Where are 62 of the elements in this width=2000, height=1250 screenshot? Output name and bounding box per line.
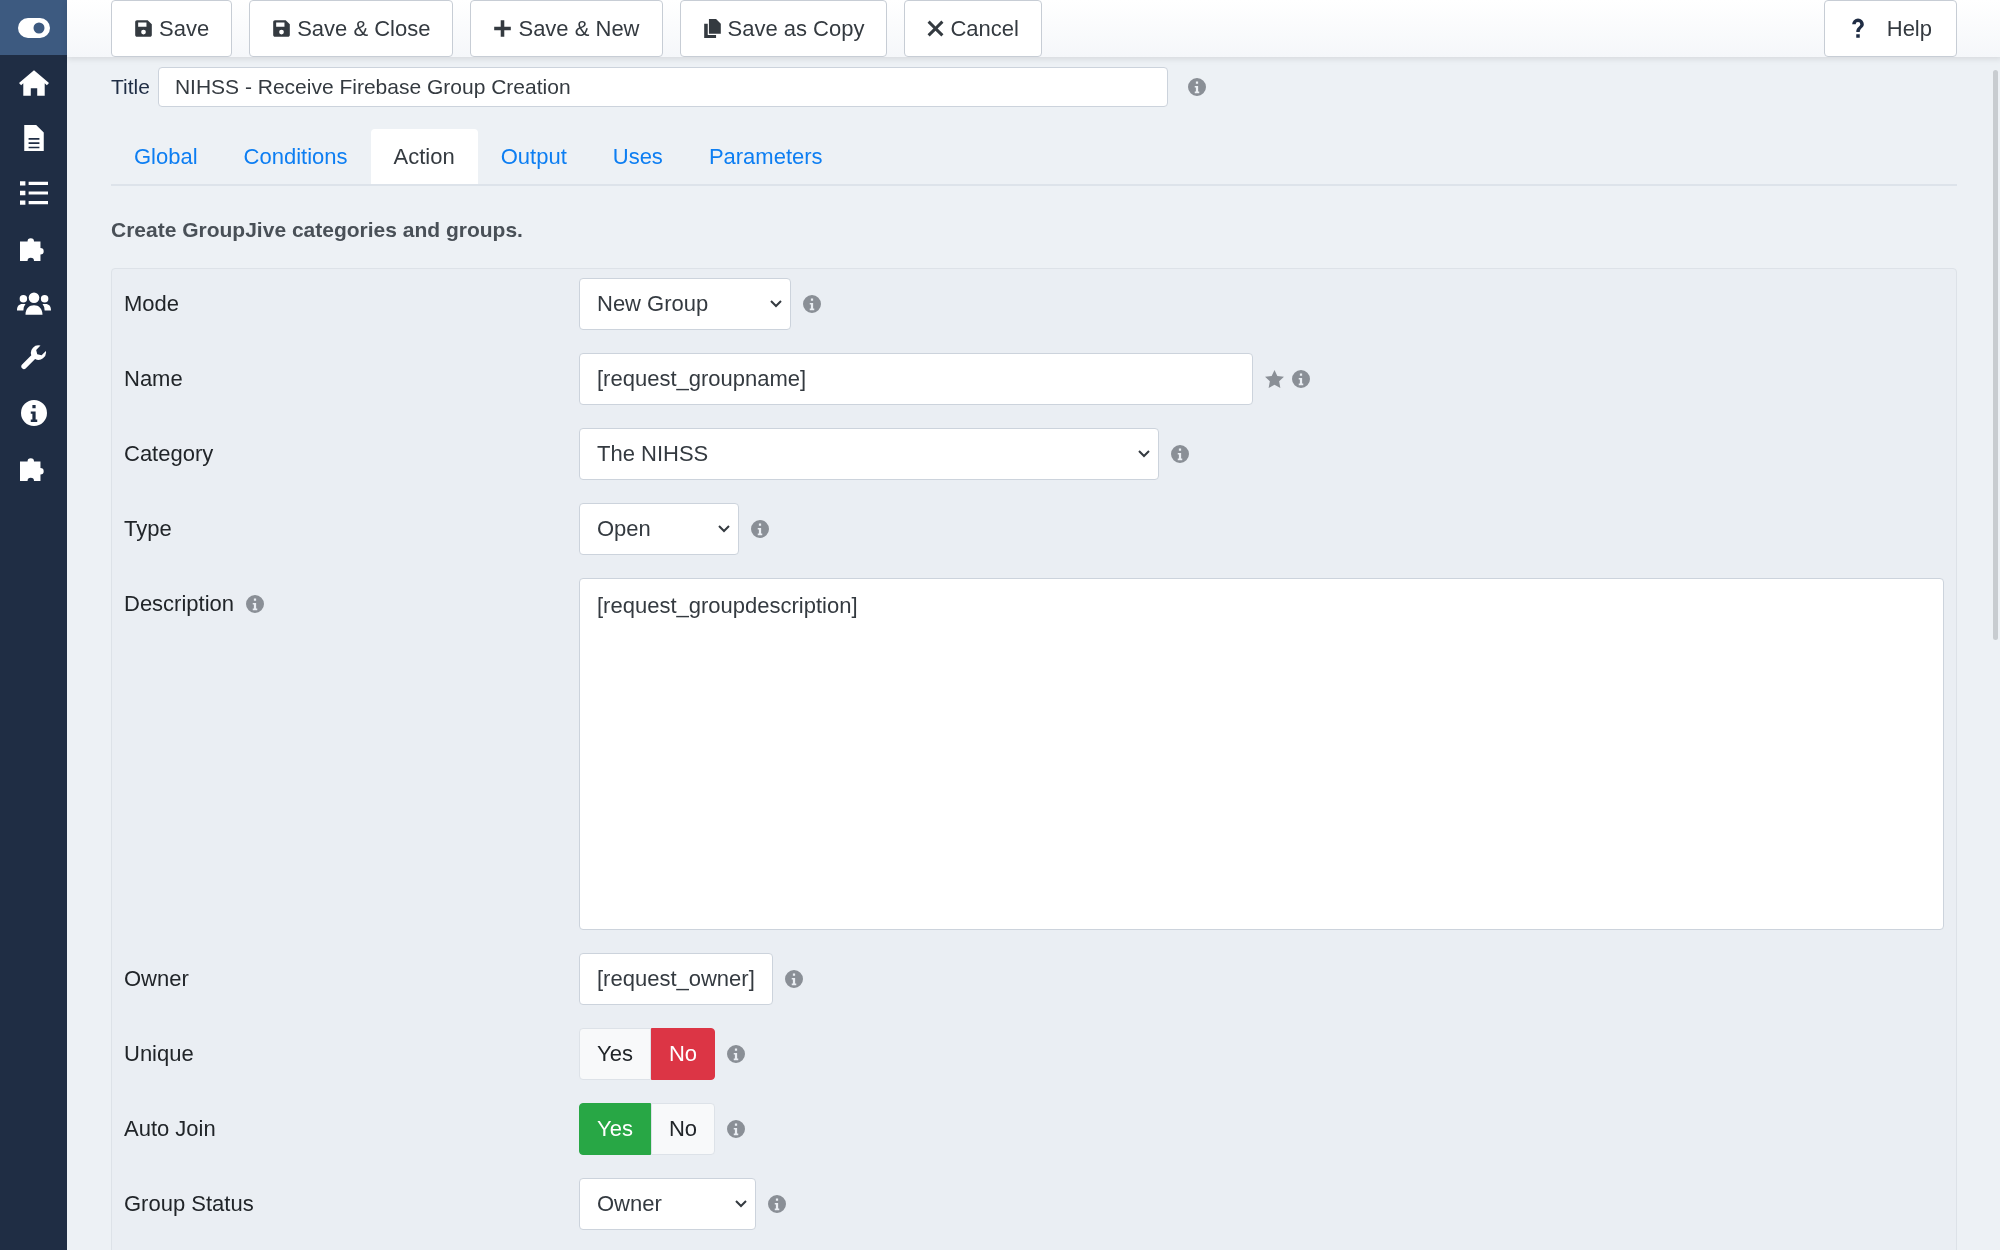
toolbar-button[interactable]: Save & Close	[249, 0, 454, 57]
info-icon	[727, 1120, 745, 1138]
scrollbar[interactable]	[1993, 70, 1998, 640]
dropdown[interactable]: Owner	[579, 1178, 756, 1230]
tab[interactable]: Global	[111, 129, 221, 184]
toolbar-button[interactable]: Save	[111, 0, 233, 57]
toggle-icon	[17, 17, 50, 38]
text-area[interactable]: [request_groupdescription]	[579, 578, 1944, 930]
tab[interactable]: Action	[370, 129, 478, 184]
info-icon	[20, 399, 47, 426]
info-icon	[727, 1045, 745, 1063]
list-icon	[19, 180, 48, 205]
field-label: Mode	[124, 291, 180, 317]
users-icon	[16, 290, 51, 315]
dropdown[interactable]: Open	[579, 503, 739, 555]
tab[interactable]: Uses	[589, 129, 686, 184]
field-label: Owner	[124, 966, 189, 992]
field-label: Unique	[124, 1041, 194, 1067]
field-label: Title	[111, 75, 150, 99]
save-icon	[134, 19, 153, 38]
copy-icon	[702, 19, 722, 38]
info-icon	[803, 295, 821, 313]
help-button[interactable]: Help	[1823, 0, 1957, 57]
chevron-icon	[1138, 450, 1150, 458]
info-icon	[768, 1195, 786, 1213]
info-icon	[751, 520, 769, 538]
toggle-option[interactable]: Yes	[579, 1028, 651, 1080]
section-description: Create GroupJive categories and groups.	[111, 218, 524, 242]
field-label: Group Status	[124, 1191, 254, 1217]
toggle-option[interactable]: No	[650, 1103, 715, 1155]
toolbar-button[interactable]: Save & New	[470, 0, 663, 57]
home-icon	[18, 69, 49, 96]
chevron-icon	[735, 1200, 747, 1208]
tab[interactable]: Output	[477, 129, 590, 184]
wrench-icon	[20, 344, 47, 371]
title-field[interactable]: NIHSS - Receive Firebase Group Creation	[157, 67, 1168, 107]
help-icon	[1850, 17, 1865, 40]
field-label: Description	[124, 591, 235, 617]
info-icon	[785, 970, 803, 988]
chevron-icon	[718, 525, 730, 533]
input-field[interactable]: [request_owner]	[579, 953, 773, 1005]
tab[interactable]: Conditions	[220, 129, 371, 184]
input-field[interactable]: [request_groupname]	[579, 353, 1253, 405]
chevron-icon	[770, 300, 782, 308]
info-icon	[1292, 370, 1310, 388]
plus-icon	[493, 19, 513, 38]
save-icon	[272, 19, 292, 38]
sidebar-item[interactable]	[0, 0, 67, 55]
close-icon	[927, 20, 945, 37]
info-icon	[1171, 445, 1189, 463]
info-icon	[1187, 78, 1206, 96]
toggle-option[interactable]: No	[650, 1028, 715, 1080]
field-label: Auto Join	[124, 1116, 216, 1142]
dropdown[interactable]: New Group	[579, 278, 791, 330]
document-icon	[23, 124, 44, 151]
field-label: Type	[124, 516, 172, 542]
field-label: Category	[124, 441, 214, 467]
field-label: Name	[124, 366, 183, 392]
toolbar-button[interactable]: Cancel	[904, 0, 1042, 57]
dropdown[interactable]: The NIHSS	[579, 428, 1159, 480]
tab[interactable]: Parameters	[685, 129, 846, 184]
toolbar-button[interactable]: Save as Copy	[679, 0, 888, 57]
